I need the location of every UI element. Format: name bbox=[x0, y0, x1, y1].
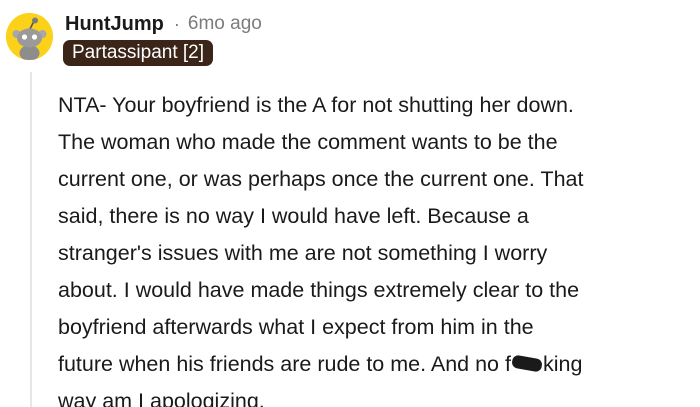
thread-line[interactable] bbox=[30, 72, 32, 407]
comment-body-line: boyfriend afterwards what I expect from … bbox=[58, 315, 534, 339]
user-flair-badge: Partassipant [2] bbox=[63, 40, 214, 66]
comment-body-text: future when his friends are rude to me. … bbox=[58, 352, 511, 376]
comment-body-line: about. I would have made things extremel… bbox=[58, 278, 580, 302]
comment-body-line: said, there is no way I would have left.… bbox=[58, 204, 529, 228]
comment-body-line: current one, or was perhaps once the cur… bbox=[58, 167, 584, 191]
comment-body-line: stranger's issues with me are not someth… bbox=[58, 241, 548, 265]
snoo-avatar-icon bbox=[6, 13, 53, 60]
comment-body-line: NTA- Your boyfriend is the A for not shu… bbox=[58, 93, 574, 117]
separator-dot: · bbox=[173, 13, 180, 34]
username[interactable]: HuntJump bbox=[65, 13, 164, 36]
comment-body: NTA- Your boyfriend is the A for not shu… bbox=[58, 87, 694, 407]
comment: HuntJump · 6mo ago Partassipant [2] NTA-… bbox=[0, 0, 700, 407]
user-avatar[interactable] bbox=[6, 13, 53, 60]
comment-header: HuntJump · 6mo ago bbox=[65, 9, 262, 39]
timestamp: 6mo ago bbox=[187, 13, 262, 34]
redaction-mark bbox=[511, 354, 543, 373]
comment-body-line: The woman who made the comment wants to … bbox=[58, 130, 558, 154]
comment-body-line-redacted: future when his friends are rude to me. … bbox=[58, 346, 694, 383]
comment-body-line: way am I apologizing. bbox=[58, 389, 265, 407]
comment-body-text: king bbox=[542, 352, 583, 376]
